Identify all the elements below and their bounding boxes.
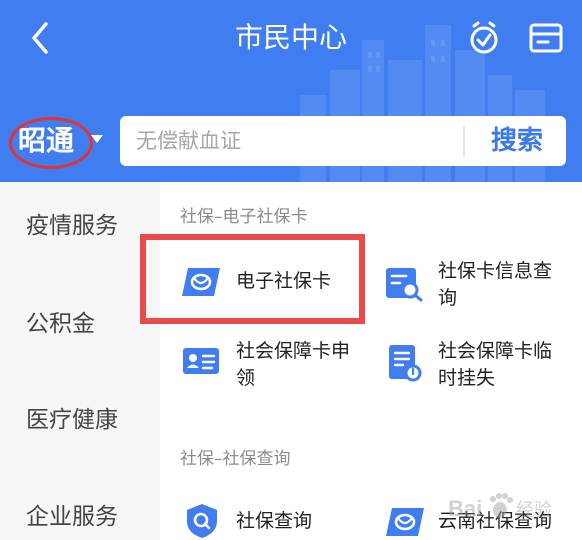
- section-title: 社保–电子社保卡: [180, 207, 308, 227]
- search-bar[interactable]: 无偿献血证 搜索: [120, 116, 566, 166]
- service-label-line1: 社保卡信息查: [438, 260, 553, 282]
- watermark-text: Bai: [448, 496, 482, 521]
- sidebar-item-enterprise[interactable]: 企业服务: [26, 501, 118, 533]
- service-label-line2: 时挂失: [438, 367, 496, 389]
- service-label-line1: 社会保障卡申: [236, 340, 351, 362]
- section-title: 社保–社保查询: [180, 449, 291, 469]
- id-card-apply-icon: [183, 348, 219, 374]
- watermark-text2: 经验: [516, 500, 552, 521]
- sidebar-item-healthcare[interactable]: 医疗健康: [26, 404, 118, 436]
- card-info-query-icon: [386, 268, 423, 302]
- service-label: 社保查询: [236, 510, 313, 532]
- timer-icon: [470, 21, 498, 54]
- card-package-button[interactable]: [528, 20, 564, 56]
- report-loss-icon: [389, 345, 422, 382]
- search-divider: [463, 126, 465, 156]
- service-label-line2: 领: [236, 367, 256, 389]
- highlight-oval-annotation: [9, 117, 93, 169]
- shield-search-icon: [187, 504, 217, 538]
- search-button[interactable]: 搜索: [468, 116, 566, 166]
- timer-button[interactable]: [466, 20, 502, 56]
- category-sidebar: 疫情服务 公积金 医疗健康 企业服务: [0, 182, 160, 540]
- sidebar-item-epidemic[interactable]: 疫情服务: [26, 210, 118, 242]
- baidu-watermark: Bai 经验: [446, 484, 576, 534]
- sidebar-item-housing-fund[interactable]: 公积金: [26, 308, 95, 340]
- highlight-rect-annotation: [140, 234, 365, 324]
- baidu-paw-icon: Bai 经验: [448, 493, 552, 521]
- service-label-line1: 社会保障卡临: [438, 340, 553, 362]
- wallet-icon: [529, 23, 563, 53]
- social-security-card-icon: [386, 508, 424, 536]
- service-label-line2: 询: [438, 287, 458, 309]
- search-input[interactable]: 无偿献血证: [136, 116, 241, 166]
